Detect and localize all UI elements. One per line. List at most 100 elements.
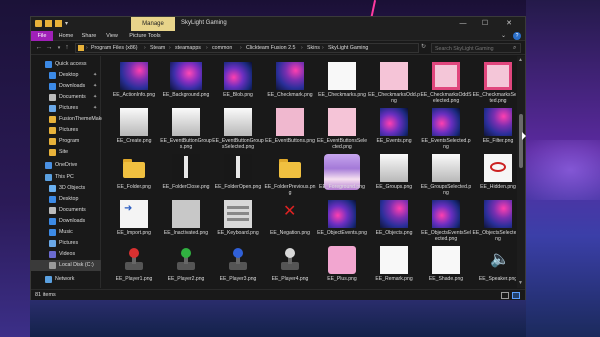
tab-share[interactable]: Share (79, 31, 99, 41)
sidebar-item[interactable]: FusionThemeMaker (31, 114, 106, 125)
sidebar-item-label: Quick access (55, 61, 87, 67)
image-thumbnail (432, 62, 460, 90)
sidebar-item[interactable]: Desktop ✦ (31, 70, 101, 81)
file-name: EE_CheckmarksSelected.png (472, 92, 516, 105)
mouse-cursor (522, 132, 526, 140)
breadcrumb[interactable]: Clickteam Fusion 2.5 (246, 45, 295, 51)
file-item[interactable]: EE_Shade.png (420, 246, 472, 288)
file-name: EE_Negation.png (270, 230, 310, 236)
file-item[interactable]: EE_Remark.png (368, 246, 420, 288)
file-name: EE_Player3.png (219, 276, 257, 282)
quick-access-dropdown-icon[interactable]: ▾ (65, 20, 68, 27)
file-item[interactable]: EE_Player1.png (108, 246, 160, 288)
maximize-button[interactable]: ☐ (477, 19, 493, 29)
file-name: EE_ObjectEvents.png (317, 230, 367, 236)
recent-locations-chevron-icon[interactable]: ▾ (55, 43, 63, 53)
search-box[interactable]: ⌕ (431, 43, 521, 53)
file-name: EE_FolderOpen.png (214, 184, 262, 190)
desktop-wallpaper-bottom (30, 300, 526, 337)
image-thumbnail (224, 62, 252, 90)
navigation-bar: ← → ▾ ↑ › Program Files (x86) › Steam › … (31, 41, 525, 55)
joystick-icon (172, 246, 200, 274)
cube-icon (49, 185, 56, 192)
sidebar-item[interactable]: Quick access (31, 59, 101, 70)
breadcrumb[interactable]: steamapps (175, 45, 201, 51)
sidebar-item[interactable]: Music (31, 227, 101, 238)
tab-home[interactable]: Home (57, 31, 75, 41)
breadcrumb[interactable]: Program Files (x86) (91, 45, 138, 51)
breadcrumb-current[interactable]: SkyLight Gaming (328, 45, 368, 51)
import-arrow-icon: ➜ (124, 203, 133, 214)
sidebar-item[interactable]: Site (31, 147, 101, 158)
up-arrow-icon[interactable]: ↑ (63, 43, 71, 53)
file-item[interactable]: 🔈 EE_Speaker.png (472, 246, 516, 288)
music-icon (49, 229, 56, 236)
search-icon[interactable]: ⌕ (513, 45, 519, 51)
file-item[interactable]: EE_Player2.png (160, 246, 212, 288)
sidebar-item[interactable]: Documents ✦ (31, 92, 101, 103)
file-name: EE_ActionInfo.png (112, 92, 156, 98)
scroll-up-arrow-icon[interactable]: ▲ (518, 57, 523, 63)
star-icon (45, 61, 52, 68)
sidebar-item[interactable]: Pictures ✦ (31, 103, 101, 114)
sidebar-item[interactable]: Documents (31, 205, 101, 216)
file-name: EE_EventButtonsSelected.png (316, 138, 368, 151)
tab-picture-tools[interactable]: Picture Tools (125, 31, 165, 41)
expand-ribbon-icon[interactable]: ⌄ (501, 32, 509, 40)
eye-shape (490, 162, 506, 172)
sidebar-item[interactable]: Pictures (31, 238, 101, 249)
tab-view[interactable]: View (103, 31, 121, 41)
computer-icon (45, 174, 52, 181)
scrollbar-thumb[interactable] (519, 114, 523, 168)
file-name: EE_Import.png (117, 230, 151, 236)
quick-access-properties-icon[interactable] (45, 20, 52, 27)
image-thumbnail (172, 108, 200, 136)
sidebar-item[interactable]: Downloads ✦ (31, 81, 101, 92)
close-button[interactable]: ✕ (501, 19, 517, 29)
folder-icon (276, 154, 304, 182)
details-view-icon[interactable] (501, 292, 509, 299)
breadcrumb[interactable]: Skins (307, 45, 320, 51)
manage-tab[interactable]: Manage (131, 17, 175, 31)
sidebar-item[interactable]: 3D Objects (31, 183, 101, 194)
sidebar-item[interactable]: Local Disk (C:) (31, 260, 101, 271)
search-input[interactable] (435, 45, 511, 52)
back-arrow-icon[interactable]: ← (35, 43, 43, 53)
joystick-icon (276, 246, 304, 274)
forward-arrow-icon[interactable]: → (45, 43, 53, 53)
drive-icon (49, 262, 56, 269)
sidebar-item-label: Network (55, 276, 75, 282)
help-icon[interactable]: ? (513, 32, 521, 40)
address-bar[interactable]: › Program Files (x86) › Steam › steamapp… (75, 43, 419, 53)
file-item[interactable]: EE_Player4.png (264, 246, 316, 288)
file-name: EE_Background.png (162, 92, 210, 98)
folder-icon (49, 149, 56, 156)
sidebar-item[interactable]: This PC (31, 172, 101, 183)
file-item[interactable]: EE_Plus.png (316, 246, 368, 288)
file-name: EE_Remark.png (375, 276, 413, 282)
sidebar-item[interactable]: Desktop (31, 194, 101, 205)
minimize-button[interactable]: — (455, 19, 471, 29)
vertical-scrollbar[interactable]: ▲ ▼ (517, 56, 525, 288)
file-item[interactable]: EE_Player3.png (212, 246, 264, 288)
file-name: EE_EventsSelected.png (421, 138, 471, 151)
tab-file[interactable]: File (31, 31, 53, 41)
breadcrumb[interactable]: Steam (150, 45, 165, 51)
desktop-icon (49, 196, 56, 203)
breadcrumb[interactable]: common (212, 45, 232, 51)
image-thumbnail (484, 200, 512, 228)
sidebar-item[interactable]: Downloads (31, 216, 101, 227)
sidebar-item[interactable]: Pictures (31, 125, 101, 136)
speaker-icon: 🔈 (484, 246, 512, 274)
bar-shape (236, 156, 240, 178)
quick-access-new-folder-icon[interactable] (55, 20, 62, 27)
sidebar-item[interactable]: OneDrive (31, 160, 101, 171)
sidebar-item[interactable]: Network (31, 274, 101, 285)
sidebar-item[interactable]: Videos (31, 249, 101, 260)
file-name: EE_Foreground.png (319, 184, 365, 190)
image-thumbnail (380, 200, 408, 228)
refresh-icon[interactable]: ↻ (421, 43, 429, 53)
large-icons-view-icon[interactable] (512, 292, 520, 299)
sidebar-item[interactable]: Program (31, 136, 101, 147)
scroll-down-arrow-icon[interactable]: ▼ (518, 280, 523, 286)
